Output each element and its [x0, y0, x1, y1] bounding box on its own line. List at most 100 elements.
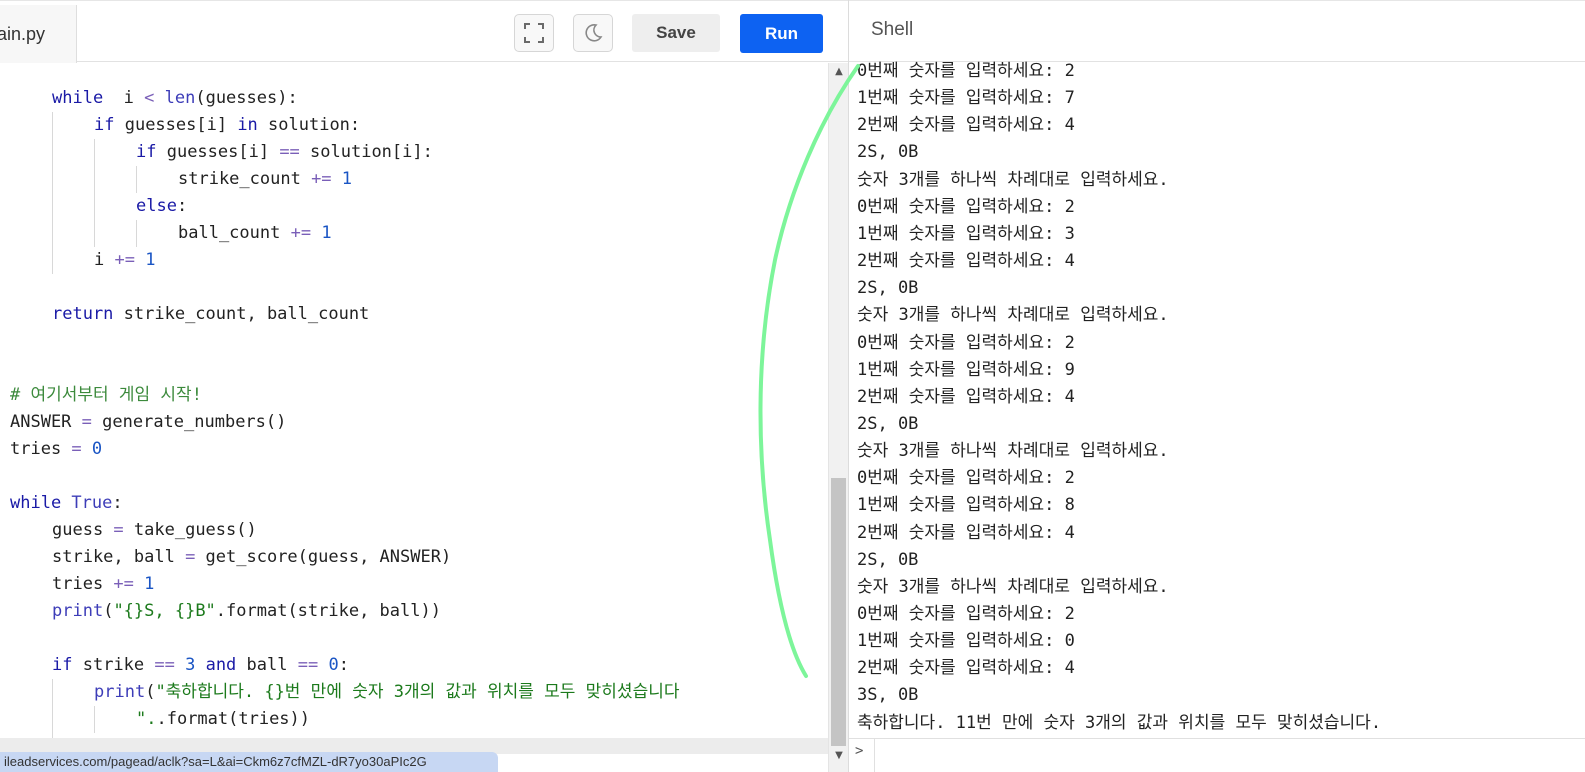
code-token: "축하합니다. {}번 만에 숫자 3개의 값과 위치를 모두 맞히셨습니다: [155, 682, 680, 702]
code-token: ==: [154, 655, 175, 675]
code-line: ball_count += 1: [178, 220, 332, 247]
code-token: +=: [114, 250, 135, 270]
editor-pane: ain.py Save Run while i < len(guesses): i…: [0, 0, 848, 772]
code-token: :: [176, 196, 188, 216]
shell-input-row[interactable]: >: [849, 738, 1585, 772]
code-token: ".: [136, 709, 157, 729]
code-token: print: [94, 682, 146, 702]
code-line: while i < len(guesses):: [52, 85, 298, 112]
code-line: ANSWER = generate_numbers(): [10, 409, 286, 436]
code-token: .format(tries)): [156, 709, 311, 729]
shell-output-line: 숫자 3개를 하나씩 차례대로 입력하세요.: [857, 169, 1169, 190]
code-line: print("{}S, {}B".format(strike, ball)): [52, 598, 441, 625]
shell-output-line: 2번째 숫자를 입력하세요: 4: [857, 251, 1075, 272]
shell-output-line: 2S, 0B: [857, 278, 919, 299]
code-token: ball: [236, 655, 298, 675]
code-token: 1: [331, 169, 353, 189]
shell-output-line: 2S, 0B: [857, 413, 919, 434]
editor-vertical-scrollbar[interactable]: ▲ ▼: [828, 63, 848, 772]
code-line: strike, ball = get_score(guess, ANSWER): [52, 544, 451, 571]
editor-toolbar: ain.py Save Run: [0, 0, 848, 63]
indent-guide: [52, 139, 53, 166]
indent-guide: [52, 166, 53, 193]
code-token: if: [136, 142, 157, 162]
code-token: "{}S, {}B": [113, 601, 216, 621]
shell-output-line: 2번째 숫자를 입력하세요: 4: [857, 386, 1075, 407]
code-line: # 여기서부터 게임 시작!: [10, 382, 202, 409]
code-token: take_guess(): [123, 520, 257, 540]
scroll-thumb[interactable]: [831, 478, 846, 746]
code-token: 0: [81, 439, 103, 459]
indent-guide: [94, 193, 95, 220]
scroll-up-arrow-icon[interactable]: ▲: [833, 67, 845, 77]
run-button[interactable]: Run: [740, 14, 823, 53]
indent-guide: [52, 220, 53, 247]
shell-output-line: 0번째 숫자를 입력하세요: 2: [857, 61, 1075, 81]
shell-output-line: 숫자 3개를 하나씩 차례대로 입력하세요.: [857, 441, 1169, 462]
theme-toggle-button[interactable]: [573, 14, 613, 52]
shell-output-line: 1번째 숫자를 입력하세요: 0: [857, 631, 1075, 652]
code-token: len: [154, 88, 196, 108]
indent-guide: [94, 220, 95, 247]
shell-output-line: 숫자 3개를 하나씩 차례대로 입력하세요.: [857, 305, 1169, 326]
code-line: if strike == 3 and ball == 0:: [52, 652, 349, 679]
code-editor[interactable]: while i < len(guesses): if guesses[i] in …: [0, 63, 828, 772]
indent-guide: [52, 706, 53, 733]
code-token: if: [94, 115, 115, 135]
shell-pane: Shell 0번째 숫자를 입력하세요: 2 1번째 숫자를 입력하세요: 7 2번…: [848, 0, 1585, 772]
code-token: strike: [72, 655, 155, 675]
shell-output-line: 2번째 숫자를 입력하세요: 4: [857, 658, 1075, 679]
indent-guide: [52, 679, 53, 706]
indent-guide: [136, 220, 137, 247]
shell-output-line: 2번째 숫자를 입력하세요: 4: [857, 115, 1075, 136]
code-token: 3: [174, 655, 196, 675]
scroll-down-arrow-icon[interactable]: ▼: [833, 751, 845, 761]
indent-guide: [52, 247, 53, 274]
code-token: while: [52, 88, 104, 108]
code-token: ==: [279, 142, 300, 162]
code-token: generate_numbers(): [91, 412, 287, 432]
code-token: 1: [311, 223, 332, 243]
code-line: tries += 1: [52, 571, 154, 598]
code-token: guess: [52, 520, 114, 540]
code-token: print: [52, 601, 104, 621]
code-token: tries: [52, 574, 114, 594]
file-tab-label: ain.py: [0, 23, 46, 44]
code-token: solution:: [257, 115, 361, 135]
code-token: 1: [133, 574, 155, 594]
code-token: ball_count: [178, 223, 291, 243]
code-token: strike, ball: [52, 547, 186, 567]
shell-output-line: 축하합니다. 11번 만에 숫자 3개의 값과 위치를 모두 맞히셨습니다.: [857, 712, 1382, 733]
code-line: guess = take_guess(): [52, 517, 257, 544]
code-token: =: [113, 520, 124, 540]
code-token: :: [338, 655, 349, 675]
shell-output-line: 0번째 숫자를 입력하세요: 2: [857, 196, 1075, 217]
code-token: solution[i]:: [299, 142, 433, 162]
code-token: i: [103, 88, 145, 108]
indent-guide: [52, 112, 53, 139]
code-token: True: [61, 493, 113, 513]
shell-prompt: >: [855, 743, 864, 759]
fullscreen-button[interactable]: [514, 14, 554, 52]
file-tab[interactable]: ain.py: [0, 5, 77, 63]
code-line: strike_count += 1: [178, 166, 352, 193]
shell-output-line: 3S, 0B: [857, 685, 919, 706]
code-token: 0: [318, 655, 339, 675]
indent-guide: [136, 166, 137, 193]
code-token: (: [103, 601, 114, 621]
code-token: :: [112, 493, 123, 513]
save-button[interactable]: Save: [632, 14, 720, 52]
indent-guide: [52, 193, 53, 220]
code-token: =: [81, 412, 92, 432]
code-token: (guesses):: [195, 88, 298, 108]
shell-output-line: 0번째 숫자를 입력하세요: 2: [857, 468, 1075, 489]
code-token: strike_count, ball_count: [113, 304, 370, 324]
shell-output-line: 2S, 0B: [857, 549, 919, 570]
code-token: (: [145, 682, 156, 702]
code-token: else: [136, 196, 177, 216]
indent-guide: [94, 706, 95, 733]
shell-header: Shell: [849, 0, 1585, 62]
shell-output-line: 1번째 숫자를 입력하세요: 7: [857, 88, 1075, 109]
shell-prompt-divider: [874, 739, 875, 772]
code-line: "..format(tries)): [136, 706, 310, 733]
